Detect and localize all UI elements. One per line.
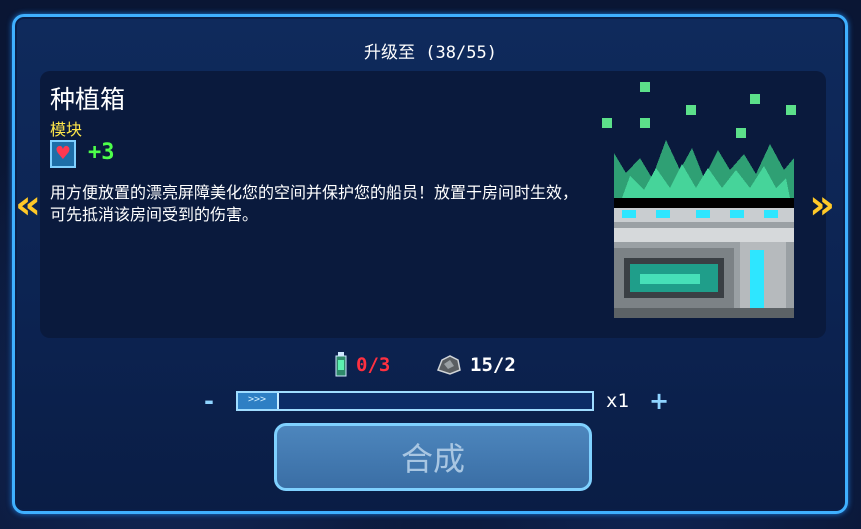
heart-icon: ♥ <box>50 140 76 168</box>
planter-box-image <box>602 82 796 318</box>
ore-cost: 15/2 <box>436 352 516 378</box>
quantity-multiplier: x1 <box>606 390 629 412</box>
seed-vial-icon <box>335 352 347 377</box>
seed-cost: 0/3 <box>334 352 390 378</box>
stat-value: +3 <box>88 140 115 165</box>
increase-quantity-button[interactable]: + <box>648 388 670 414</box>
chevron-double-right-icon[interactable]: » <box>800 182 844 228</box>
item-description: 用方便放置的漂亮屏障美化您的空间并保护您的船员！放置于房间时生效，可先抵消该房间… <box>50 183 579 224</box>
chevron-double-left-icon[interactable]: « <box>6 182 50 228</box>
ore-amount: 15/2 <box>470 354 516 376</box>
decrease-quantity-button[interactable]: - <box>198 388 220 414</box>
dialog-title: 升级至 (38/55) <box>364 43 497 63</box>
ore-icon <box>437 355 461 375</box>
craft-button[interactable]: 合成 <box>274 423 592 491</box>
seed-amount: 0/3 <box>356 354 391 376</box>
craft-button-label: 合成 <box>400 440 465 478</box>
quantity-slider[interactable]: >>> <box>236 391 594 411</box>
item-type: 模块 <box>50 120 83 139</box>
item-name: 种植箱 <box>50 85 126 114</box>
slider-handle-icon[interactable]: >>> <box>248 394 266 405</box>
